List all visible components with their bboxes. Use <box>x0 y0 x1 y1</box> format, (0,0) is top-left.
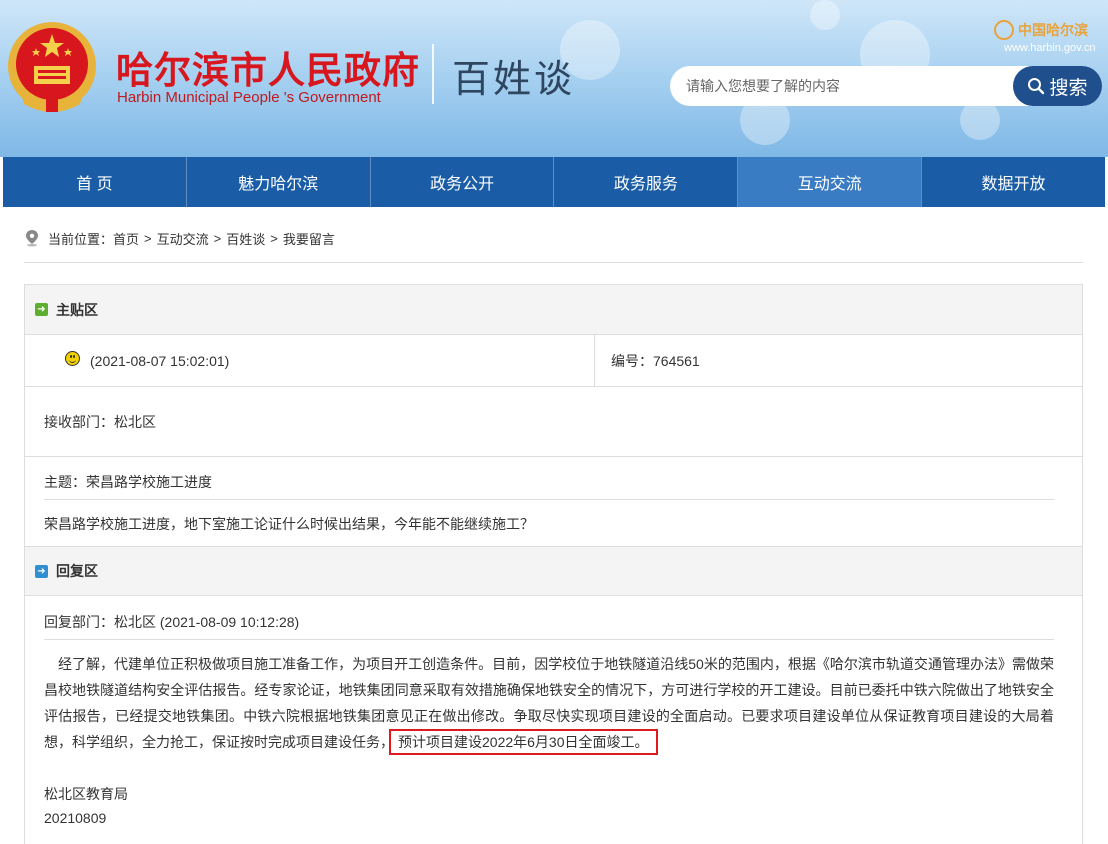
nav-item-government-services[interactable]: 政务服务 <box>554 157 739 207</box>
highlighted-completion-date: 预计项目建设2022年6月30日全面竣工。 <box>389 729 658 755</box>
breadcrumb: 当前位置： 首页 > 互动交流 > 百姓谈 > 我要留言 <box>24 228 335 248</box>
nav-item-open-data[interactable]: 数据开放 <box>922 157 1105 207</box>
arrow-right-icon: ➜ <box>35 303 48 316</box>
breadcrumb-separator: > <box>144 230 152 246</box>
harbin-logo-icon <box>994 20 1014 40</box>
breadcrumb-separator: > <box>213 230 222 246</box>
search-icon <box>1028 78 1045 95</box>
breadcrumb-item-interaction[interactable]: 互动交流 <box>157 229 209 248</box>
search-input[interactable] <box>686 66 1006 106</box>
header-divider <box>432 44 434 104</box>
reply-date: 20210809 <box>44 810 107 826</box>
site-header: 哈尔滨市人民政府 Harbin Municipal People 's Gove… <box>0 0 1108 157</box>
reply-department: 回复部门：松北区 (2021-08-09 10:12:28) <box>44 614 300 630</box>
search-button-label: 搜索 <box>1049 77 1088 99</box>
reply-heading: 回复区 <box>56 563 98 579</box>
post-meta-row: (2021-08-07 15:02:01) 编号： 764561 <box>25 335 1082 387</box>
breadcrumb-separator: > <box>270 230 278 246</box>
header-bokeh <box>960 100 1000 140</box>
post-timestamp: (2021-08-07 15:02:01) <box>90 352 230 369</box>
location-pin-icon <box>26 230 38 247</box>
main-nav: 首 页 魅力哈尔滨 政务公开 政务服务 互动交流 数据开放 <box>3 157 1105 207</box>
nav-item-charming-harbin[interactable]: 魅力哈尔滨 <box>187 157 371 207</box>
brand-logo-text: 中国哈尔滨 <box>1018 22 1088 38</box>
breadcrumb-prefix: 当前位置： <box>48 231 114 247</box>
post-number-cell: 编号： 764561 <box>595 335 700 386</box>
receiving-department-text: 接收部门：松北区 <box>44 413 156 430</box>
search-box: 搜索 <box>670 66 1102 106</box>
breadcrumb-item-leave-message[interactable]: 我要留言 <box>283 229 335 248</box>
breadcrumb-item-baixingtan[interactable]: 百姓谈 <box>226 229 265 248</box>
main-post-header: ➜ 主贴区 <box>25 285 1082 335</box>
section-title: 百姓谈 <box>452 57 576 101</box>
nav-item-interaction[interactable]: 互动交流 <box>738 157 923 207</box>
post-timestamp-cell: (2021-08-07 15:02:01) <box>25 335 595 386</box>
receiving-department: 接收部门：松北区 <box>25 387 1082 457</box>
reply-signer: 松北区教育局 <box>44 786 128 802</box>
reply-header: ➜ 回复区 <box>25 546 1082 596</box>
main-post-heading: 主贴区 <box>56 301 98 318</box>
harbin-brand-logo[interactable]: 中国哈尔滨 <box>994 20 1088 40</box>
smiley-icon <box>65 351 80 366</box>
post-question: 荣昌路学校施工进度，地下室施工论证什么时候出结果，今年能不能继续施工？ <box>44 516 534 532</box>
arrow-right-icon: ➜ <box>35 564 48 578</box>
subject-divider <box>44 499 1054 500</box>
breadcrumb-item-home[interactable]: 首页 <box>113 229 139 248</box>
government-name-en: Harbin Municipal People 's Government <box>117 89 381 106</box>
government-name-cn: 哈尔滨市人民政府 <box>116 50 420 91</box>
header-bokeh <box>810 0 840 30</box>
nav-item-home[interactable]: 首 页 <box>3 157 187 207</box>
brand-url: www.harbin.gov.cn <box>1004 42 1096 54</box>
nav-item-government-affairs-disclosure[interactable]: 政务公开 <box>371 157 555 207</box>
reply-divider <box>44 639 1054 640</box>
post-subject: 主题：荣昌路学校施工进度 <box>44 474 212 490</box>
post-number: 764561 <box>653 352 700 369</box>
post-number-label: 编号： <box>611 352 653 369</box>
search-button[interactable]: 搜索 <box>1013 66 1102 106</box>
message-panel: ➜ 主贴区 (2021-08-07 15:02:01) 编号： 764561 接… <box>24 284 1083 844</box>
breadcrumb-divider <box>24 262 1083 263</box>
national-emblem-icon <box>8 22 96 112</box>
reply-body: 经了解，代建单位正积极做项目施工准备工作，为项目开工创造条件。目前，因学校位于地… <box>44 651 1054 755</box>
